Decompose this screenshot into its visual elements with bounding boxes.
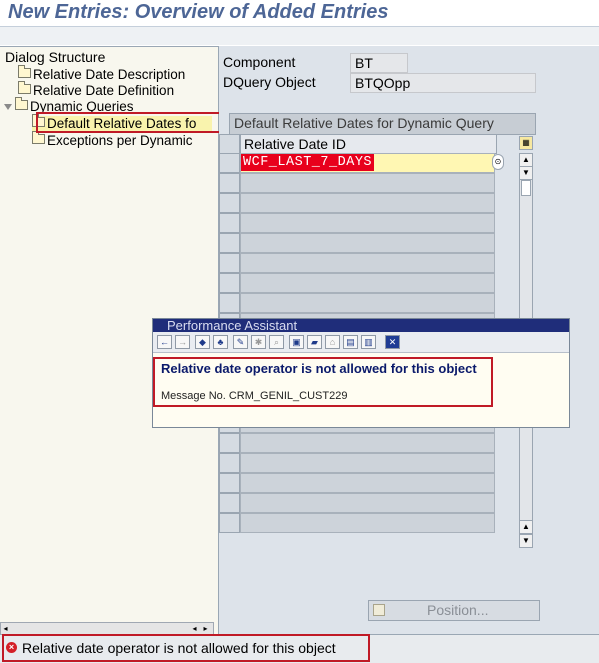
scroll-up-step-icon[interactable]: ▼	[519, 166, 533, 180]
row-selector[interactable]	[219, 233, 240, 253]
table-title-bar: Default Relative Dates for Dynamic Query	[229, 113, 536, 135]
expand-triangle-icon[interactable]	[4, 104, 12, 110]
tree-item-relative-date-description[interactable]: Relative Date Description	[18, 65, 185, 83]
dialog-structure-title: Dialog Structure	[5, 49, 106, 65]
scroll-down-step-icon[interactable]: ▲	[519, 520, 533, 534]
row-selector[interactable]	[219, 153, 240, 173]
folder-icon	[18, 81, 31, 94]
window-title-bar: New Entries: Overview of Added Entries	[0, 0, 599, 26]
row-selector[interactable]	[219, 493, 240, 513]
table-row[interactable]	[240, 473, 495, 493]
dquery-object-label: DQuery Object	[223, 74, 316, 90]
selected-node-highlight	[36, 112, 232, 133]
table-row[interactable]	[240, 453, 495, 473]
table-row[interactable]	[240, 433, 495, 453]
column-settings-icon[interactable]: ▦	[519, 136, 533, 150]
row-selector[interactable]	[219, 253, 240, 273]
popup-toolbar: ← → ◆ ♣ ✎ ✱ ⌕ ▣ ▰ ⌂ ▤ ▥ ✕	[153, 332, 569, 353]
save-icon[interactable]: ▥	[361, 335, 376, 349]
table-row[interactable]	[240, 193, 495, 213]
scroll-right-icon[interactable]: ▸	[201, 623, 210, 634]
table-title: Default Relative Dates for Dynamic Query	[234, 115, 494, 131]
folder-icon	[32, 131, 45, 144]
table-row[interactable]	[240, 233, 495, 253]
print-icon[interactable]: ▤	[343, 335, 358, 349]
toolbar-separator	[0, 26, 599, 45]
scroll-down-icon[interactable]: ▼	[519, 534, 533, 548]
tree-item-relative-date-definition[interactable]: Relative Date Definition	[18, 81, 174, 99]
position-button[interactable]: Position...	[368, 600, 540, 621]
table-row[interactable]	[240, 273, 495, 293]
row-selector[interactable]	[219, 173, 240, 193]
popup-message-highlight	[153, 357, 493, 407]
home-icon[interactable]: ⌂	[325, 335, 340, 349]
component-label: Component	[223, 54, 296, 70]
position-icon	[373, 604, 385, 616]
status-message-highlight	[2, 634, 370, 662]
dquery-object-field: BTQOpp	[350, 73, 536, 93]
scroll-left-icon[interactable]: ◂	[1, 623, 10, 634]
popup-title: Performance Assistant	[167, 318, 298, 333]
component-field: BT	[350, 53, 408, 73]
bookmark-icon[interactable]: ▰	[307, 335, 322, 349]
close-icon[interactable]: ✕	[385, 335, 400, 349]
search-icon[interactable]: ⌕	[269, 335, 284, 349]
edit-icon[interactable]: ✎	[233, 335, 248, 349]
scroll-up-icon[interactable]: ▲	[519, 153, 533, 167]
row-selector[interactable]	[219, 433, 240, 453]
popup-title-bar[interactable]: Performance Assistant	[153, 318, 569, 333]
table-row[interactable]	[240, 173, 495, 193]
relative-date-id-cell-value[interactable]: WCF_LAST_7_DAYS	[241, 154, 375, 171]
settings-icon[interactable]: ✱	[251, 335, 266, 349]
select-all-button[interactable]	[219, 134, 240, 154]
row-selector[interactable]	[219, 273, 240, 293]
column-header-relative-date-id[interactable]: Relative Date ID	[240, 134, 497, 154]
row-selector[interactable]	[219, 513, 240, 533]
table-row[interactable]	[240, 513, 495, 533]
hierarchy-icon[interactable]: ♣	[213, 335, 228, 349]
back-icon[interactable]: ←	[157, 335, 172, 349]
row-selector[interactable]	[219, 453, 240, 473]
tree-item-exceptions-per-dynamic[interactable]: Exceptions per Dynamic	[32, 131, 193, 149]
table-row[interactable]	[240, 253, 495, 273]
window-title: New Entries: Overview of Added Entries	[8, 1, 389, 23]
folder-icon	[18, 65, 31, 78]
table-row[interactable]	[240, 213, 495, 233]
forward-icon[interactable]: →	[175, 335, 190, 349]
row-selector[interactable]	[219, 193, 240, 213]
row-selector[interactable]	[219, 213, 240, 233]
value-help-icon[interactable]: ⊙	[492, 154, 504, 170]
scroll-right-step-icon[interactable]: ◂	[190, 623, 199, 634]
row-selector[interactable]	[219, 473, 240, 493]
scroll-thumb[interactable]	[521, 180, 531, 196]
technical-info-icon[interactable]: ◆	[195, 335, 210, 349]
display-icon[interactable]: ▣	[289, 335, 304, 349]
table-row[interactable]	[240, 293, 495, 313]
position-button-label: Position...	[427, 602, 489, 618]
row-selector[interactable]	[219, 293, 240, 313]
folder-icon	[15, 97, 28, 110]
table-row[interactable]	[240, 493, 495, 513]
